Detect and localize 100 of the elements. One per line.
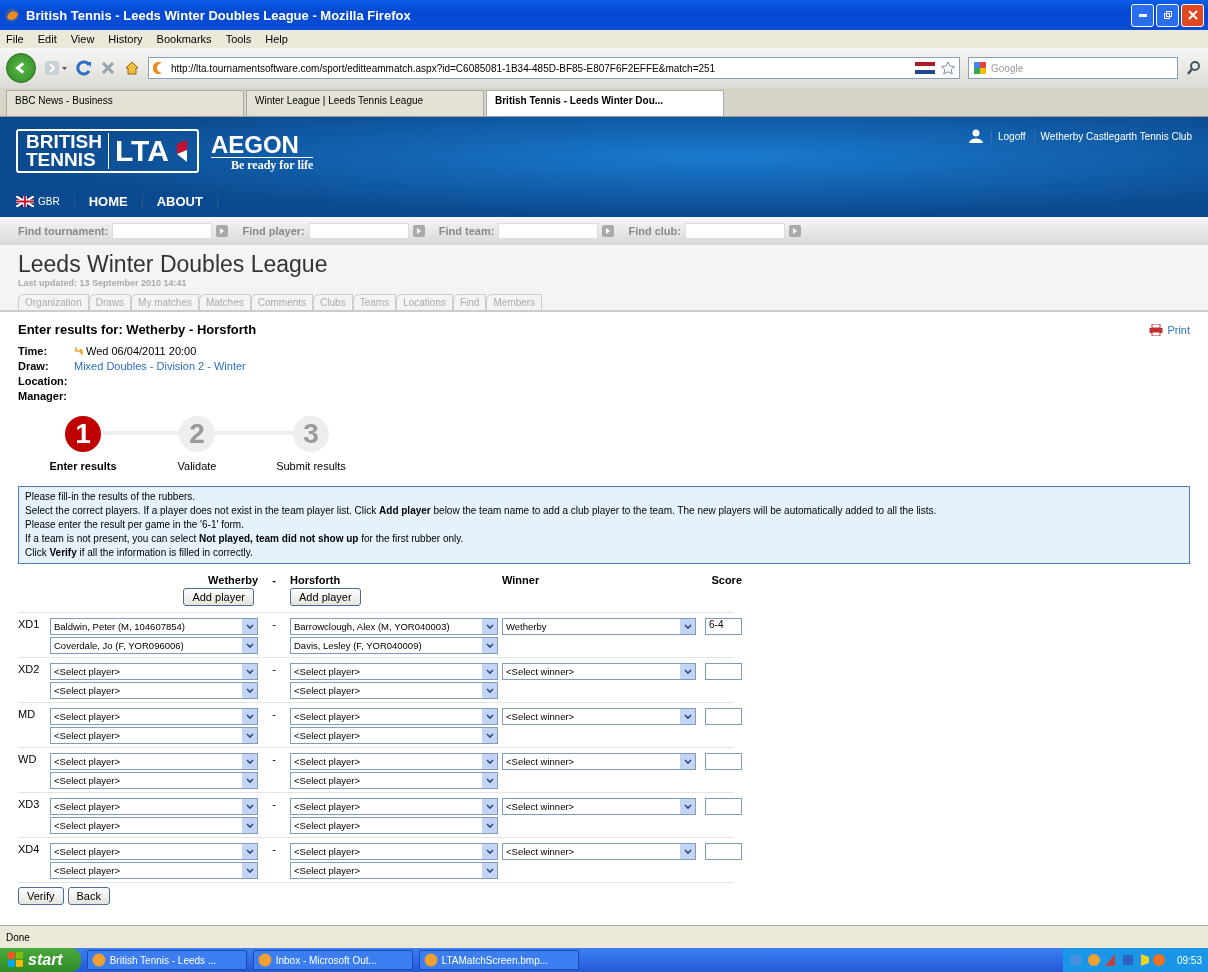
winner-dropdown[interactable]: <Select winner>	[502, 663, 696, 680]
player-dropdown[interactable]: <Select player>	[50, 682, 258, 699]
search-icon[interactable]	[1186, 60, 1202, 76]
player-dropdown[interactable]: Davis, Lesley (F, YOR040009)	[290, 637, 498, 654]
player-dropdown[interactable]: <Select player>	[290, 727, 498, 744]
player-dropdown[interactable]: <Select player>	[50, 753, 258, 770]
stop-icon[interactable]	[100, 60, 116, 76]
player-dropdown[interactable]: <Select player>	[50, 727, 258, 744]
player-dropdown[interactable]: <Select player>	[50, 862, 258, 879]
menu-item[interactable]: History	[108, 33, 143, 45]
player-dropdown[interactable]: <Select player>	[290, 708, 498, 725]
minimize-button[interactable]	[1131, 3, 1154, 27]
separator: -	[271, 574, 277, 588]
player-dropdown[interactable]: Barrowclough, Alex (M, YOR040003)	[290, 618, 498, 635]
go-button[interactable]	[216, 225, 229, 237]
nav-link[interactable]: HOME	[74, 194, 143, 210]
score-field[interactable]	[705, 663, 742, 680]
taskbar-item[interactable]: British Tennis - Leeds ...	[86, 950, 247, 970]
instruction-text: If a team is not present, you can select Not played, team did not show up for the first rubber only.	[25, 532, 465, 546]
windows-logo-icon	[8, 952, 24, 968]
player-dropdown[interactable]: <Select player>	[290, 753, 498, 770]
restore-button[interactable]	[1156, 3, 1179, 27]
form-button[interactable]: Verify	[18, 887, 64, 905]
nav-link[interactable]: ABOUT	[142, 194, 218, 210]
browser-tab[interactable]: Winter League | Leeds Tennis League	[246, 90, 484, 116]
back-button[interactable]	[6, 53, 36, 83]
go-button[interactable]	[602, 225, 615, 237]
find-field[interactable]	[308, 223, 409, 239]
draw-link[interactable]: Mixed Doubles - Division 2 - Winter	[74, 360, 246, 372]
step-label: Submit results	[276, 460, 346, 472]
winner-dropdown[interactable]: <Select winner>	[502, 798, 696, 815]
winner-dropdown[interactable]: Wetherby	[502, 618, 696, 635]
browser-tab[interactable]: British Tennis - Leeds Winter Dou...	[486, 90, 724, 116]
print-link[interactable]: Print	[1149, 323, 1190, 336]
player-dropdown[interactable]: <Select player>	[290, 817, 498, 834]
step-number: 2	[179, 416, 215, 452]
add-player-button[interactable]: Add player	[290, 588, 361, 606]
separator: -	[271, 708, 277, 722]
go-button[interactable]	[412, 225, 425, 237]
forward-icon[interactable]	[44, 60, 68, 76]
caret-icon	[485, 668, 494, 675]
star-icon[interactable]	[941, 61, 955, 75]
winner-dropdown[interactable]: <Select winner>	[502, 753, 696, 770]
search-engine-icon[interactable]	[973, 61, 987, 75]
winner-dropdown[interactable]: <Select winner>	[502, 708, 696, 725]
player-dropdown[interactable]: <Select player>	[290, 862, 498, 879]
score-field[interactable]	[705, 843, 742, 860]
player-dropdown[interactable]: <Select player>	[50, 798, 258, 815]
caret-icon	[485, 822, 494, 829]
browser-tab[interactable]: BBC News - Business	[6, 90, 244, 116]
app-icon	[91, 953, 106, 967]
score-field[interactable]	[705, 798, 742, 815]
close-button[interactable]	[1181, 3, 1204, 27]
player-dropdown[interactable]: <Select player>	[50, 772, 258, 789]
find-field[interactable]	[112, 223, 213, 239]
player-dropdown[interactable]: Coverdale, Jo (F, YOR096006)	[50, 637, 258, 654]
club-link[interactable]: Wetherby Castlegarth Tennis Club	[1033, 130, 1192, 142]
winner-dropdown[interactable]: <Select winner>	[502, 843, 696, 860]
home-icon[interactable]	[124, 60, 140, 76]
rubber-code: XD4	[18, 843, 41, 857]
player-dropdown[interactable]: <Select player>	[290, 798, 498, 815]
go-button[interactable]	[788, 225, 801, 237]
player-dropdown[interactable]: <Select player>	[290, 843, 498, 860]
separator: -	[271, 798, 277, 812]
country-selector[interactable]: GBR	[16, 196, 75, 208]
caret-icon	[485, 713, 494, 720]
player-dropdown[interactable]: <Select player>	[50, 817, 258, 834]
winner-heading: Winner	[502, 574, 541, 588]
menu-item[interactable]: File	[6, 33, 24, 45]
score-field[interactable]	[705, 708, 742, 725]
step-label: Enter results	[49, 460, 117, 472]
find-label: Find club:	[628, 225, 681, 237]
triangle-icon	[791, 227, 798, 235]
logoff-link[interactable]: Logoff	[991, 130, 1026, 142]
player-dropdown[interactable]: Baldwin, Peter (M, 104607854)	[50, 618, 258, 635]
start-button[interactable]: start	[0, 948, 81, 972]
menu-item[interactable]: Help	[265, 33, 288, 45]
triangle-icon	[415, 227, 422, 235]
menu-item[interactable]: Bookmarks	[156, 33, 212, 45]
menu-item[interactable]: Tools	[225, 33, 252, 45]
printer-icon	[1149, 323, 1164, 336]
find-field[interactable]	[498, 223, 599, 239]
player-dropdown[interactable]: <Select player>	[50, 663, 258, 680]
find-field[interactable]	[684, 223, 785, 239]
score-field[interactable]	[705, 753, 742, 770]
taskbar-item[interactable]: LTAMatchScreen.bmp...	[418, 950, 579, 970]
taskbar-item[interactable]: Inbox - Microsoft Out...	[252, 950, 413, 970]
add-player-button[interactable]: Add player	[183, 588, 254, 606]
player-dropdown[interactable]: <Select player>	[290, 682, 498, 699]
player-dropdown[interactable]: <Select player>	[290, 772, 498, 789]
reload-icon[interactable]	[76, 60, 92, 76]
form-button[interactable]: Back	[67, 887, 110, 905]
player-dropdown[interactable]: <Select player>	[50, 708, 258, 725]
score-field[interactable]: 6-4	[705, 618, 742, 635]
menu-item[interactable]: View	[70, 33, 95, 45]
menu-item[interactable]: Edit	[37, 33, 57, 45]
player-dropdown[interactable]: <Select player>	[290, 663, 498, 680]
caret-icon	[245, 668, 254, 675]
address-bar[interactable]: http://lta.tournamentsoftware.com/sport/editteammatch.aspx?id=C6085081-1B34-485D-BF85-E807F6F2EFFE&match=251	[148, 57, 960, 79]
player-dropdown[interactable]: <Select player>	[50, 843, 258, 860]
